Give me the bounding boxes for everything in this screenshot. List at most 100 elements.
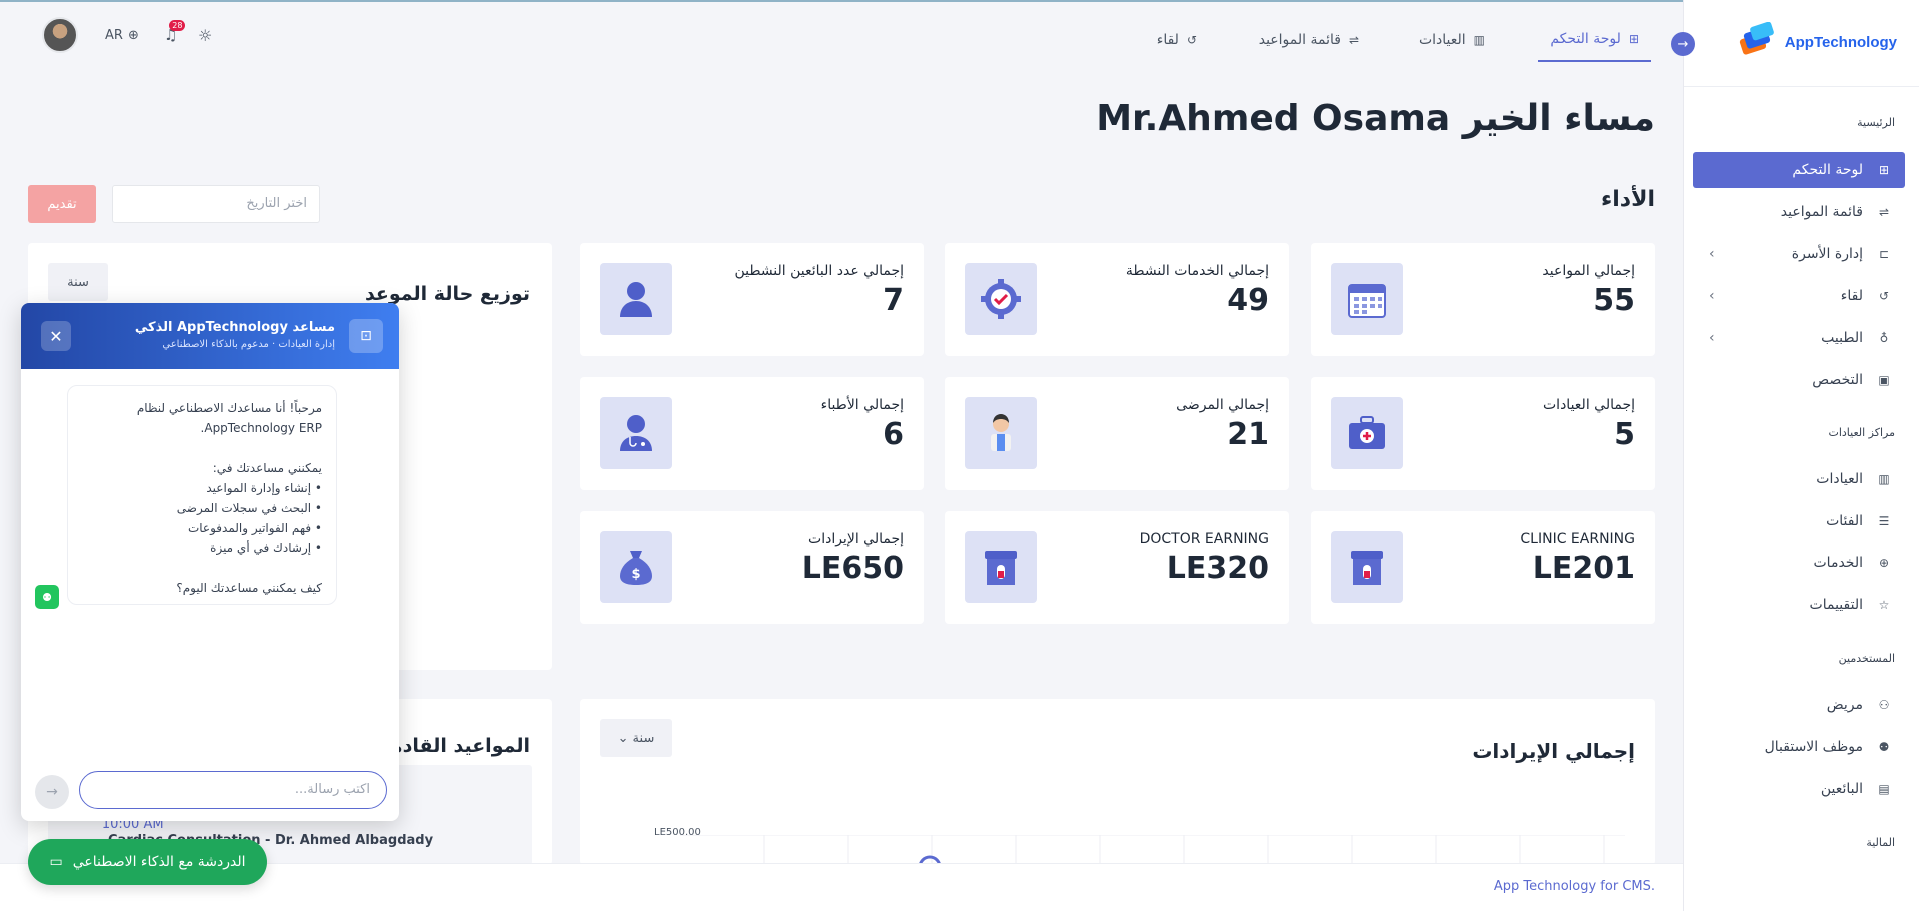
sidebar-item-label: قائمة المواعيد [1780, 204, 1863, 220]
footer-text[interactable]: App Technology for CMS. [1494, 879, 1655, 894]
stat-card-doctor-earning: DOCTOR EARNING LE320 [945, 511, 1289, 624]
chat-message-input[interactable]: اكتب رسالة... [79, 771, 387, 809]
calendar-plus-icon: ⊕ [1878, 556, 1890, 570]
chat-message-line: يمكنني مساعدتك في: [212, 461, 322, 475]
bed-icon: ⊏ [1878, 247, 1890, 261]
stat-value: 7 [883, 283, 904, 318]
building-icon: ▥ [1473, 33, 1485, 47]
sidebar-item-dashboard[interactable]: ⊞ لوحة التحكم [1693, 152, 1905, 188]
badge-icon: ▣ [1878, 373, 1890, 387]
chat-message-line: مرحباً! أنا مساعدك الاصطناعي لنظام [136, 401, 322, 415]
sidebar-item-label: البائعين [1820, 781, 1863, 797]
sidebar-item-encounter[interactable]: ↺ لقاء ‹ [1693, 278, 1905, 314]
stat-label: إجمالي عدد البائعين النشطين [734, 263, 904, 279]
user-icon [600, 263, 672, 335]
stat-value: 49 [1227, 283, 1269, 318]
grid-icon: ⊞ [1878, 163, 1890, 177]
distribution-period-select[interactable]: سنة [48, 263, 108, 301]
revenue-period-select[interactable]: ⌄ سنة [600, 719, 672, 757]
stat-card-clinics: إجمالي العيادات 5 [1311, 377, 1655, 490]
chat-bubble-icon: ▭ [49, 854, 63, 870]
upcoming-appointments-title: المواعيد القادمة [379, 735, 530, 757]
chevron-down-icon: ⌄ [617, 730, 629, 746]
sliders-icon: ⇌ [1348, 33, 1359, 47]
tab-label: قائمة المواعيد [1258, 32, 1341, 48]
chat-send-button[interactable]: → [35, 775, 69, 809]
stat-value: LE650 [801, 551, 904, 586]
chat-header: ⊡ مساعد AppTechnology الذكي إدارة العياد… [21, 303, 399, 369]
tab-encounter[interactable]: ↺ لقاء [1145, 18, 1209, 62]
page-greeting: مساء الخير Mr.Ahmed Osama [1096, 98, 1655, 139]
sidebar-item-label: إدارة الأسرة [1791, 246, 1863, 262]
history-icon: ↺ [1186, 33, 1197, 47]
sidebar-item-label: العيادات [1816, 471, 1863, 487]
stat-label: DOCTOR EARNING [1139, 531, 1269, 547]
language-switcher[interactable]: AR ⊕ [105, 18, 139, 52]
stat-label: إجمالي العيادات [1543, 397, 1635, 413]
sidebar-section-finance: المالية [1866, 836, 1895, 849]
sidebar-item-label: موظف الاستقبال [1764, 739, 1863, 755]
stat-label: إجمالي الإيرادات [808, 531, 904, 547]
stat-card-total-revenue: إجمالي الإيرادات LE650 $ [580, 511, 924, 624]
sidebar-item-vendors[interactable]: ▤ البائعين [1693, 771, 1905, 807]
submit-button[interactable]: تقديم [28, 185, 96, 223]
sidebar-item-patient[interactable]: ⚇ مريض [1693, 687, 1905, 723]
tab-appointments[interactable]: ⇌ قائمة المواعيد [1247, 18, 1371, 62]
chat-close-button[interactable]: ✕ [41, 321, 71, 351]
tab-label: لقاء [1156, 32, 1179, 48]
medical-kit-icon [1331, 397, 1403, 469]
tab-clinics[interactable]: ▥ العيادات [1407, 18, 1497, 62]
sidebar-item-appointments[interactable]: ⇌ قائمة المواعيد [1693, 194, 1905, 230]
sidebar-item-label: الطبيب [1821, 330, 1863, 346]
shop-icon [1331, 531, 1403, 603]
svg-text:$: $ [631, 567, 640, 582]
tab-dashboard[interactable]: ⊞ لوحة التحكم [1538, 18, 1651, 62]
sidebar-section-main: الرئيسية [1857, 116, 1895, 129]
sidebar-item-label: لوحة التحكم [1792, 162, 1863, 178]
stat-card-patients: إجمالي المرضى 21 [945, 377, 1289, 490]
sidebar-item-reviews[interactable]: ☆ التقييمات [1693, 587, 1905, 623]
notifications-button[interactable]: ♫ 28 [164, 18, 186, 52]
stat-value: 55 [1593, 283, 1635, 318]
sidebar-item-clinics[interactable]: ▥ العيادات [1693, 461, 1905, 497]
stat-label: إجمالي الخدمات النشطة [1125, 263, 1269, 279]
stat-card-appointments: إجمالي المواعيد 55 [1311, 243, 1655, 356]
chat-message-line [82, 558, 322, 578]
language-label: AR [105, 27, 123, 43]
stat-value: 5 [1614, 417, 1635, 452]
doctor-icon [600, 397, 672, 469]
sidebar-item-services[interactable]: ⊕ الخدمات [1693, 545, 1905, 581]
sidebar-item-receptionist[interactable]: ⚉ موظف الاستقبال [1693, 729, 1905, 765]
sidebar: AppTechnology الرئيسية ⊞ لوحة التحكم ⇌ ق… [1683, 0, 1919, 911]
globe-icon: ⊕ [127, 27, 139, 43]
sidebar-item-label: الفئات [1826, 513, 1863, 529]
user-avatar[interactable] [42, 17, 78, 53]
notification-count-badge: 28 [169, 20, 186, 31]
chevron-left-icon: ‹ [1709, 330, 1715, 346]
id-card-icon: ▤ [1878, 782, 1890, 796]
chat-fab-label: الدردشة مع الذكاء الاصطناعي [72, 854, 246, 870]
performance-title: الأداء [1600, 187, 1655, 212]
sun-icon: ☼ [198, 25, 213, 45]
sidebar-item-specialty[interactable]: ▣ التخصص [1693, 362, 1905, 398]
chat-message-line: كيف يمكنني مساعدتك اليوم؟ [176, 581, 322, 595]
patient-icon [965, 397, 1037, 469]
chat-message-bubble: مرحباً! أنا مساعدك الاصطناعي لنظام AppTe… [67, 385, 337, 605]
chat-subtitle: إدارة العيادات · مدعوم بالذكاء الاصطناعي [162, 339, 335, 350]
brand-logo[interactable]: AppTechnology [1737, 21, 1897, 62]
ai-chat-toggle-button[interactable]: ▭ الدردشة مع الذكاء الاصطناعي [28, 839, 267, 885]
stat-card-doctors: إجمالي الأطباء 6 [580, 377, 924, 490]
stat-card-clinic-earning: CLINIC EARNING LE201 [1311, 511, 1655, 624]
date-picker-input[interactable]: اختر التاريخ [112, 185, 320, 223]
sidebar-item-family[interactable]: ⊏ إدارة الأسرة ‹ [1693, 236, 1905, 272]
sidebar-item-categories[interactable]: ☰ الفئات [1693, 503, 1905, 539]
chevron-left-icon: ‹ [1709, 246, 1715, 262]
list-icon: ☰ [1878, 514, 1890, 528]
sidebar-item-doctor[interactable]: ♁ الطبيب ‹ [1693, 320, 1905, 356]
chat-message-line: • إرشادك في أي ميزة [210, 541, 322, 555]
stat-label: إجمالي المواعيد [1542, 263, 1635, 279]
theme-toggle-button[interactable]: ☼ [198, 18, 212, 52]
stethoscope-icon: ♁ [1879, 331, 1889, 345]
sidebar-section-users: المستخدمين [1838, 652, 1895, 665]
revenue-chart-card: إجمالي الإيرادات ⌄ سنة LE500.00 [580, 699, 1655, 865]
